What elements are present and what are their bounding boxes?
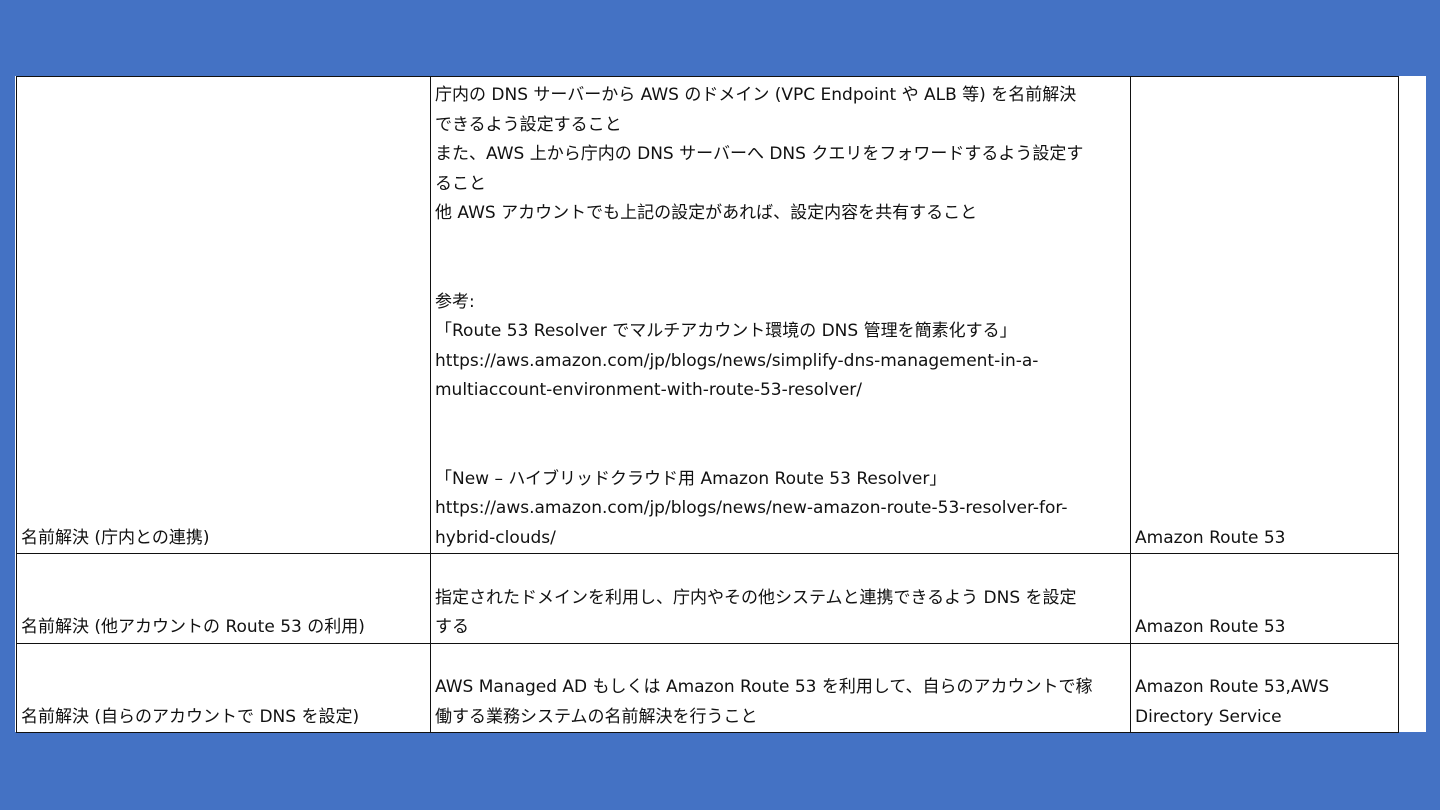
category-cell[interactable]: 名前解決 (庁内との連携) xyxy=(16,76,431,554)
reference-link[interactable]: hybrid-clouds/ xyxy=(435,524,1128,554)
reference-link[interactable]: multiaccount-environment-with-route-53-r… xyxy=(435,376,1128,406)
requirement-line: AWS Managed AD もしくは Amazon Route 53 を利用し… xyxy=(435,677,1093,697)
requirement-line: する xyxy=(435,617,469,637)
requirement-line xyxy=(435,554,1128,584)
requirement-cell[interactable]: 指定されたドメインを利用し、庁内やその他システムと連携できるよう DNS を設定… xyxy=(430,553,1131,644)
category-cell[interactable]: 名前解決 (自らのアカウントで DNS を設定) xyxy=(16,642,431,733)
requirement-line xyxy=(435,435,1128,465)
requirement-line: 働する業務システムの名前解決を行うこと xyxy=(435,706,758,727)
service-text: Amazon Route 53,AWS xyxy=(1135,677,1330,697)
service-text: Amazon Route 53 xyxy=(1135,527,1286,548)
requirement-line: 参考: xyxy=(435,291,475,312)
requirement-line xyxy=(435,229,1128,259)
requirement-line: 指定されたドメインを利用し、庁内やその他システムと連携できるよう DNS を設定 xyxy=(435,587,1077,608)
requirement-line: 他 AWS アカウントでも上記の設定があれば、設定内容を共有すること xyxy=(435,203,978,223)
requirement-line: ること xyxy=(435,173,486,194)
requirement-line: また、AWS 上から庁内の DNS サーバーへ DNS クエリをフォワードするよ… xyxy=(435,144,1084,164)
requirement-line: 「New – ハイブリッドクラウド用 Amazon Route 53 Resol… xyxy=(435,468,947,489)
service-cell[interactable]: Amazon Route 53 xyxy=(1130,553,1399,644)
requirement-cell[interactable]: AWS Managed AD もしくは Amazon Route 53 を利用し… xyxy=(430,642,1131,733)
table-row: 名前解決 (庁内との連携) 庁内の DNS サーバーから AWS のドメイン (… xyxy=(16,76,1399,554)
reference-link[interactable]: https://aws.amazon.com/jp/blogs/news/new… xyxy=(435,494,1128,524)
service-text: Amazon Route 53 xyxy=(1135,617,1286,637)
requirement-line xyxy=(435,258,1128,288)
table-row: 名前解決 (他アカウントの Route 53 の利用) 指定されたドメインを利用… xyxy=(16,553,1399,644)
service-cell[interactable]: Amazon Route 53 xyxy=(1130,76,1399,554)
category-text: 名前解決 (自らのアカウントで DNS を設定) xyxy=(21,706,360,727)
requirement-line: 「Route 53 Resolver でマルチアカウント環境の DNS 管理を簡… xyxy=(435,321,1017,341)
service-text: Directory Service xyxy=(1135,706,1282,727)
requirements-table: 名前解決 (庁内との連携) 庁内の DNS サーバーから AWS のドメイン (… xyxy=(16,76,1399,733)
requirement-line xyxy=(435,406,1128,436)
category-text: 名前解決 (他アカウントの Route 53 の利用) xyxy=(21,617,365,637)
requirement-line: できるよう設定すること xyxy=(435,114,622,135)
reference-link[interactable]: https://aws.amazon.com/jp/blogs/news/sim… xyxy=(435,347,1128,377)
service-cell[interactable]: Amazon Route 53,AWS Directory Service xyxy=(1130,642,1399,733)
requirement-line xyxy=(435,644,1128,674)
requirement-cell[interactable]: 庁内の DNS サーバーから AWS のドメイン (VPC Endpoint や… xyxy=(430,76,1131,554)
requirement-line: 庁内の DNS サーバーから AWS のドメイン (VPC Endpoint や… xyxy=(435,85,1077,105)
category-text: 名前解決 (庁内との連携) xyxy=(21,527,210,548)
table-row: 名前解決 (自らのアカウントで DNS を設定) AWS Managed AD … xyxy=(16,642,1399,733)
category-cell[interactable]: 名前解決 (他アカウントの Route 53 の利用) xyxy=(16,553,431,644)
